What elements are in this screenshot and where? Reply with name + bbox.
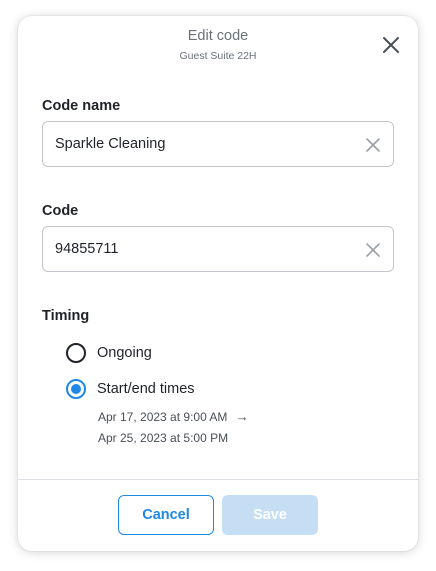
start-time-row: Apr 17, 2023 at 9:00 AM → bbox=[98, 409, 249, 424]
code-label: Code bbox=[42, 203, 79, 219]
radio-unselected-icon bbox=[66, 343, 86, 363]
dialog-subtitle: Guest Suite 22H bbox=[179, 50, 257, 62]
start-time: Apr 17, 2023 at 9:00 AM bbox=[98, 410, 228, 424]
code-name-field[interactable]: Sparkle Cleaning bbox=[42, 121, 394, 167]
save-button[interactable]: Save bbox=[222, 495, 318, 535]
radio-selected-icon bbox=[66, 379, 86, 399]
end-time: Apr 25, 2023 at 5:00 PM bbox=[98, 431, 229, 445]
code-clear-button[interactable] bbox=[365, 242, 381, 258]
code-name-clear-button[interactable] bbox=[365, 137, 381, 153]
code-value: 94855711 bbox=[55, 241, 119, 257]
code-name-label: Code name bbox=[42, 98, 121, 114]
dialog-header: Edit code Guest Suite 22H bbox=[18, 16, 418, 76]
edit-code-dialog: Edit code Guest Suite 22H Code name Spar… bbox=[18, 16, 418, 551]
radio-label-ongoing: Ongoing bbox=[97, 345, 152, 361]
arrow-right-icon: → bbox=[235, 409, 249, 424]
footer-divider bbox=[18, 479, 418, 480]
dialog-title: Edit code bbox=[187, 28, 249, 44]
radio-option-start-end-times[interactable]: Start/end times bbox=[66, 378, 195, 400]
cancel-button[interactable]: Cancel bbox=[118, 495, 214, 535]
close-button[interactable] bbox=[380, 34, 402, 56]
radio-label-start-end-times: Start/end times bbox=[97, 381, 195, 397]
timing-label: Timing bbox=[42, 308, 90, 324]
code-field[interactable]: 94855711 bbox=[42, 226, 394, 272]
radio-option-ongoing[interactable]: Ongoing bbox=[66, 342, 152, 364]
code-name-value: Sparkle Cleaning bbox=[55, 136, 166, 152]
clear-icon bbox=[366, 243, 380, 257]
clear-icon bbox=[366, 138, 380, 152]
close-icon bbox=[383, 37, 399, 53]
